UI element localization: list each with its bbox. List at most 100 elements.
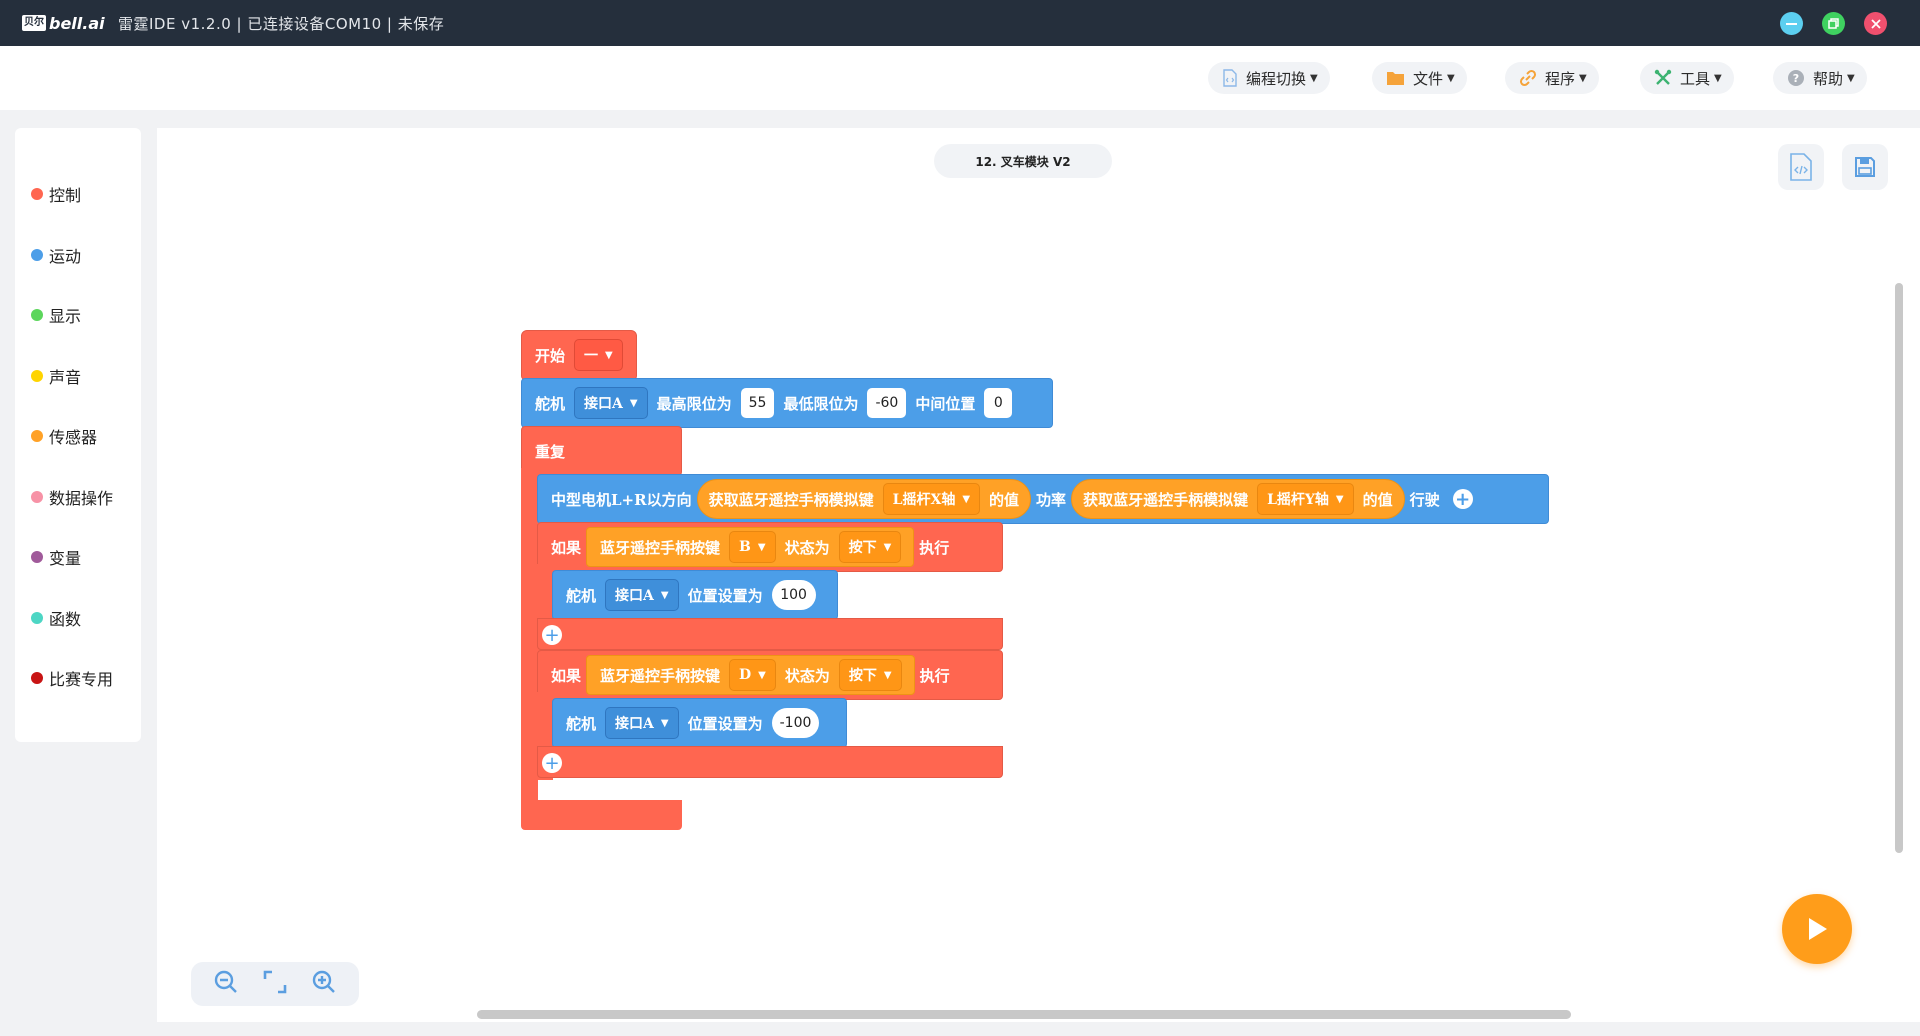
button-condition[interactable]: 蓝牙遥控手柄按键 D ▼ 状态为 按下 ▼ (586, 655, 915, 695)
help-icon: ? (1788, 70, 1804, 86)
value-suffix: 的值 (989, 490, 1020, 509)
caret-down-icon: ▼ (1310, 72, 1318, 84)
set-position-label: 位置设置为 (687, 714, 763, 733)
start-block[interactable]: 开始 一 ▼ (521, 330, 637, 380)
menu-file[interactable]: 文件 ▼ (1372, 62, 1467, 94)
category-label: 变量 (49, 549, 82, 568)
link-icon (1519, 69, 1537, 87)
category-label: 传感器 (49, 428, 98, 447)
caret-down-icon: ▼ (758, 669, 766, 681)
if-block-2[interactable]: 如果 蓝牙遥控手柄按键 D ▼ 状态为 按下 ▼ 执行 (537, 650, 1003, 700)
start-dropdown[interactable]: 一 ▼ (574, 339, 623, 371)
category-label: 运动 (49, 247, 82, 266)
category-sensor[interactable]: 传感器 (31, 424, 97, 448)
direction-sensor-reporter[interactable]: 获取蓝牙遥控手柄模拟键 L摇杆X轴 ▼ 的值 (696, 479, 1032, 519)
category-dot-icon (31, 612, 43, 624)
add-else-icon[interactable]: + (542, 753, 562, 774)
category-label: 函数 (49, 610, 82, 629)
save-button[interactable] (1842, 144, 1888, 190)
category-dot-icon (31, 430, 43, 442)
servo-port-dropdown[interactable]: 接口A ▼ (605, 707, 679, 739)
state-label: 状态为 (784, 666, 830, 685)
caret-down-icon: ▼ (660, 589, 669, 601)
dropdown-value: 接口A (584, 396, 623, 412)
servo-limits-block[interactable]: 舵机 接口A ▼ 最高限位为 55 最低限位为 -60 中间位置 0 (521, 378, 1053, 428)
servo-label: 舵机 (566, 586, 597, 605)
menu-label: 帮助 (1813, 69, 1844, 88)
key-dropdown[interactable]: B ▼ (729, 531, 776, 563)
power-sensor-reporter[interactable]: 获取蓝牙遥控手柄模拟键 L摇杆Y轴 ▼ 的值 (1071, 479, 1405, 519)
caret-down-icon: ▼ (757, 541, 766, 553)
servo-set-block-1[interactable]: 舵机 接口A ▼ 位置设置为 100 (552, 570, 838, 620)
category-control[interactable]: 控制 (31, 182, 81, 206)
svg-text:?: ? (1793, 72, 1799, 85)
menu-programming-switch[interactable]: 编程切换 ▼ (1208, 62, 1330, 94)
zoom-out-button[interactable] (213, 969, 239, 999)
menu-label: 编程切换 (1246, 69, 1307, 88)
axis-dropdown[interactable]: L摇杆Y轴 ▼ (1257, 483, 1354, 515)
servo-label: 舵机 (566, 714, 597, 733)
logo-cn-text: 贝尔 (22, 15, 46, 31)
caret-down-icon: ▼ (962, 493, 971, 505)
add-else-icon[interactable]: + (542, 625, 562, 646)
caret-down-icon: ▼ (1847, 72, 1855, 84)
minimize-button[interactable] (1780, 12, 1803, 35)
add-param-icon[interactable]: + (1452, 489, 1473, 510)
position-input[interactable]: -100 (771, 708, 820, 738)
state-dropdown[interactable]: 按下 ▼ (838, 659, 902, 691)
category-dot-icon (31, 551, 43, 563)
key-dropdown[interactable]: D ▼ (729, 659, 776, 691)
category-sound[interactable]: 声音 (31, 364, 81, 388)
zoom-in-icon (313, 970, 336, 993)
state-dropdown[interactable]: 按下 ▼ (838, 531, 902, 563)
menu-label: 文件 (1413, 69, 1444, 88)
category-motion[interactable]: 运动 (31, 243, 81, 267)
dropdown-value: L摇杆X轴 (892, 492, 956, 508)
button-condition[interactable]: 蓝牙遥控手柄按键 B ▼ 状态为 按下 ▼ (586, 527, 915, 567)
caret-down-icon: ▼ (660, 717, 669, 729)
menu-program[interactable]: 程序 ▼ (1505, 62, 1599, 94)
repeat-block[interactable]: 重复 (521, 426, 682, 476)
servo-label: 舵机 (535, 394, 566, 413)
category-functions[interactable]: 函数 (31, 606, 81, 630)
dropdown-value: 接口A (615, 588, 654, 604)
state-label: 状态为 (784, 538, 830, 557)
position-input[interactable]: 100 (771, 580, 816, 610)
condition-label: 蓝牙遥控手柄按键 (600, 538, 721, 557)
zoom-in-button[interactable] (311, 969, 337, 999)
if-block-1[interactable]: 如果 蓝牙遥控手柄按键 B ▼ 状态为 按下 ▼ 执行 (537, 522, 1003, 572)
maximize-button[interactable] (1822, 12, 1845, 35)
mid-position-input[interactable]: 0 (984, 388, 1013, 418)
category-dot-icon (31, 309, 43, 321)
category-variables[interactable]: 变量 (31, 545, 81, 569)
menu-help[interactable]: ? 帮助 ▼ (1773, 62, 1867, 94)
sensor-label: 获取蓝牙遥控手柄模拟键 (708, 490, 874, 509)
vertical-scrollbar[interactable] (1895, 283, 1903, 853)
servo-port-dropdown[interactable]: 接口A ▼ (605, 579, 679, 611)
axis-dropdown[interactable]: L摇杆X轴 ▼ (882, 483, 981, 515)
category-competition[interactable]: 比赛专用 (31, 666, 113, 690)
run-button[interactable] (1782, 894, 1852, 964)
max-limit-input[interactable]: 55 (740, 388, 775, 418)
menu-tools[interactable]: 工具 ▼ (1640, 62, 1734, 94)
horizontal-scrollbar[interactable] (477, 1010, 1571, 1019)
zoom-controls (191, 962, 359, 1006)
servo-set-block-2[interactable]: 舵机 接口A ▼ 位置设置为 -100 (552, 698, 847, 748)
category-dot-icon (31, 672, 43, 684)
motor-drive-block[interactable]: 中型电机L+R以方向 获取蓝牙遥控手柄模拟键 L摇杆X轴 ▼ 的值 功率 获取蓝牙… (537, 474, 1549, 524)
folder-icon (1387, 72, 1404, 85)
set-position-label: 位置设置为 (687, 586, 763, 605)
min-limit-input[interactable]: -60 (867, 388, 907, 418)
dropdown-value: 按下 (848, 668, 877, 684)
view-code-button[interactable] (1778, 144, 1824, 190)
close-button[interactable] (1864, 12, 1887, 35)
caret-down-icon: ▼ (883, 669, 892, 681)
code-switch-icon (1223, 69, 1237, 87)
zoom-reset-button[interactable] (262, 969, 288, 999)
code-file-icon (1790, 153, 1812, 181)
if-label: 如果 (551, 666, 582, 685)
servo-port-dropdown[interactable]: 接口A ▼ (574, 387, 648, 419)
code-workspace[interactable]: 12. 叉车模块 V2 开始 一 ▼ 舵机 接口A ▼ 最高限位为 55 最低限位为… (157, 128, 1920, 1022)
category-data-ops[interactable]: 数据操作 (31, 485, 113, 509)
category-display[interactable]: 显示 (31, 303, 81, 327)
